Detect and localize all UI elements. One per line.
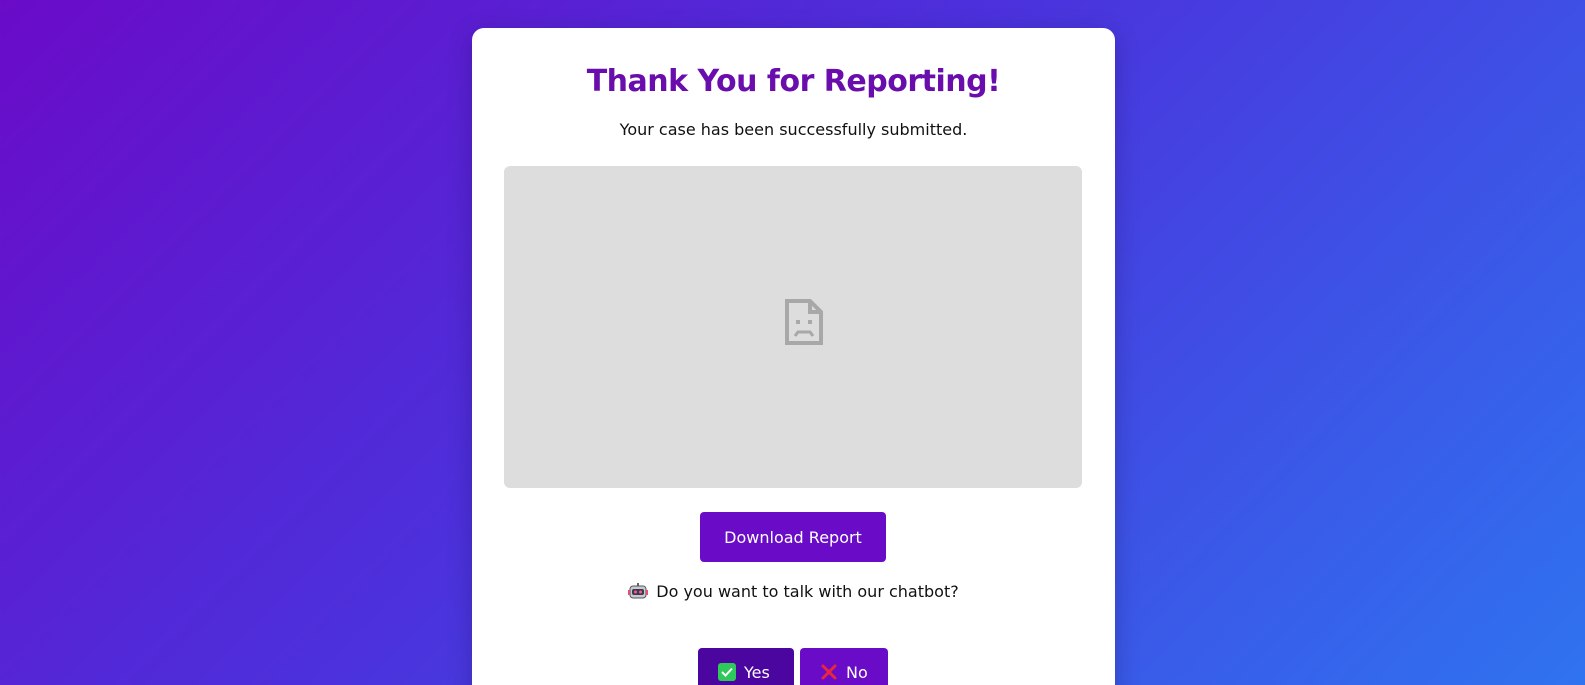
chatbot-prompt-text: Do you want to talk with our chatbot? [656,582,959,601]
robot-icon [628,582,649,601]
report-preview [504,166,1082,488]
page-title: Thank You for Reporting! [586,64,1001,99]
confirmation-card: Thank You for Reporting! Your case has b… [472,28,1115,685]
check-icon [718,663,736,681]
no-label: No [846,663,868,682]
broken-image-icon [784,298,824,350]
yes-button[interactable]: Yes [698,648,794,685]
chatbot-prompt: Do you want to talk with our chatbot? [472,582,1115,601]
yes-label: Yes [744,663,770,682]
no-button[interactable]: No [800,648,888,685]
chatbot-choice-buttons: Yes No [698,648,888,685]
confirmation-message: Your case has been successfully submitte… [619,120,968,139]
cross-icon [820,663,838,681]
download-report-button[interactable]: Download Report [700,512,886,562]
